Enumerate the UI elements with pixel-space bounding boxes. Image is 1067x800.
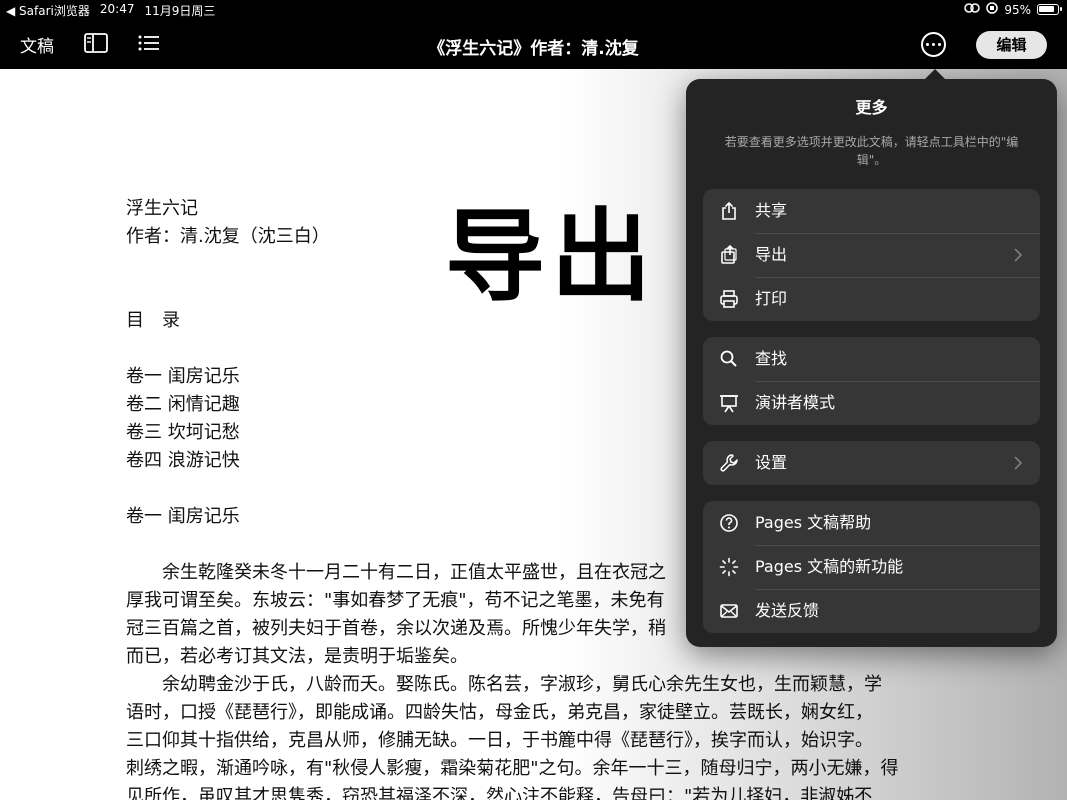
- more-popover: 更多 若要查看更多选项并更改此文稿，请轻点工具栏中的"编辑"。 共享 导出 打印: [686, 79, 1057, 647]
- sparkle-icon: [719, 557, 739, 577]
- doc-heading-title: 浮生六记: [126, 198, 198, 219]
- menu-item-help[interactable]: Pages 文稿帮助: [703, 501, 1040, 545]
- toolbar: 文稿 《浮生六记》作者：清.沈复 编辑: [0, 22, 1067, 66]
- menu-item-label: Pages 文稿帮助: [755, 513, 872, 532]
- share-icon: [719, 201, 739, 221]
- chevron-right-icon: [1010, 247, 1026, 263]
- presenter-icon: [719, 393, 739, 413]
- menu-item-presenter-mode[interactable]: 演讲者模式: [703, 381, 1040, 425]
- outline-list-icon[interactable]: [138, 34, 160, 56]
- menu-item-export[interactable]: 导出: [703, 233, 1040, 277]
- menu-item-label: 查找: [755, 349, 788, 368]
- toc-item: 卷二 闲情记趣: [126, 394, 240, 415]
- menu-item-feedback[interactable]: 发送反馈: [703, 589, 1040, 633]
- help-icon: [719, 513, 739, 533]
- menu-item-share[interactable]: 共享: [703, 189, 1040, 233]
- menu-item-label: Pages 文稿的新功能: [755, 557, 904, 576]
- sidebar-toggle-icon[interactable]: [84, 32, 108, 57]
- more-dot-icon: [926, 43, 929, 46]
- doc-heading-author: 作者：清.沈复（沈三白）: [126, 226, 330, 247]
- chevron-right-icon: [1010, 455, 1026, 471]
- more-dot-icon: [932, 43, 935, 46]
- menu-item-label: 共享: [755, 201, 788, 220]
- section-heading: 卷一 闺房记乐: [126, 506, 240, 527]
- toc-heading: 目 录: [126, 310, 180, 331]
- menu-group-share: 共享 导出 打印: [703, 189, 1040, 321]
- toc-item: 卷四 浪游记快: [126, 450, 240, 471]
- battery-percent: 95%: [1004, 2, 1031, 17]
- status-left: ◀ Safari浏览器 20:47 11月9日周三: [6, 2, 215, 19]
- menu-item-label: 导出: [755, 245, 788, 264]
- printer-icon: [719, 289, 739, 309]
- status-right: 95%: [964, 2, 1062, 17]
- document-title: 《浮生六记》作者：清.沈复: [428, 39, 639, 59]
- more-dot-icon: [938, 43, 941, 46]
- documents-button[interactable]: 文稿: [20, 32, 54, 57]
- menu-item-label: 发送反馈: [755, 601, 820, 620]
- toc-item: 卷一 闺房记乐: [126, 366, 240, 387]
- menu-item-settings[interactable]: 设置: [703, 441, 1040, 485]
- menu-item-whats-new[interactable]: Pages 文稿的新功能: [703, 545, 1040, 589]
- export-icon: [719, 245, 739, 265]
- menu-item-label: 打印: [755, 289, 788, 308]
- toc-item: 卷三 坎坷记愁: [126, 422, 240, 443]
- menu-group-settings: 设置: [703, 441, 1040, 485]
- menu-group-help: Pages 文稿帮助 Pages 文稿的新功能 发送反馈: [703, 501, 1040, 633]
- mail-icon: [719, 601, 739, 621]
- more-options-button[interactable]: [921, 32, 946, 57]
- popover-title: 更多: [855, 98, 888, 117]
- magnifier-icon: [719, 349, 739, 369]
- toolbar-left: 文稿: [20, 32, 160, 57]
- status-date: 11月9日周三: [144, 4, 216, 18]
- status-bar: ◀ Safari浏览器 20:47 11月9日周三 95%: [0, 0, 1067, 20]
- menu-item-label: 演讲者模式: [755, 393, 836, 412]
- back-to-safari-link[interactable]: ◀ Safari浏览器: [6, 2, 90, 19]
- menu-item-label: 设置: [755, 453, 788, 472]
- menu-group-find: 查找 演讲者模式: [703, 337, 1040, 425]
- battery-icon: [1037, 4, 1062, 15]
- popover-hint: 若要查看更多选项并更改此文稿，请轻点工具栏中的"编辑"。: [724, 135, 1019, 167]
- top-bar: ◀ Safari浏览器 20:47 11月9日周三 95% 文稿 《浮生六记》作…: [0, 0, 1067, 69]
- menu-item-find[interactable]: 查找: [703, 337, 1040, 381]
- status-time: 20:47: [99, 2, 135, 16]
- menu-item-print[interactable]: 打印: [703, 277, 1040, 321]
- screen-mirror-icon: [964, 2, 981, 17]
- wrench-icon: [719, 453, 739, 473]
- edit-button[interactable]: 编辑: [976, 31, 1047, 59]
- orientation-lock-icon: [986, 2, 999, 17]
